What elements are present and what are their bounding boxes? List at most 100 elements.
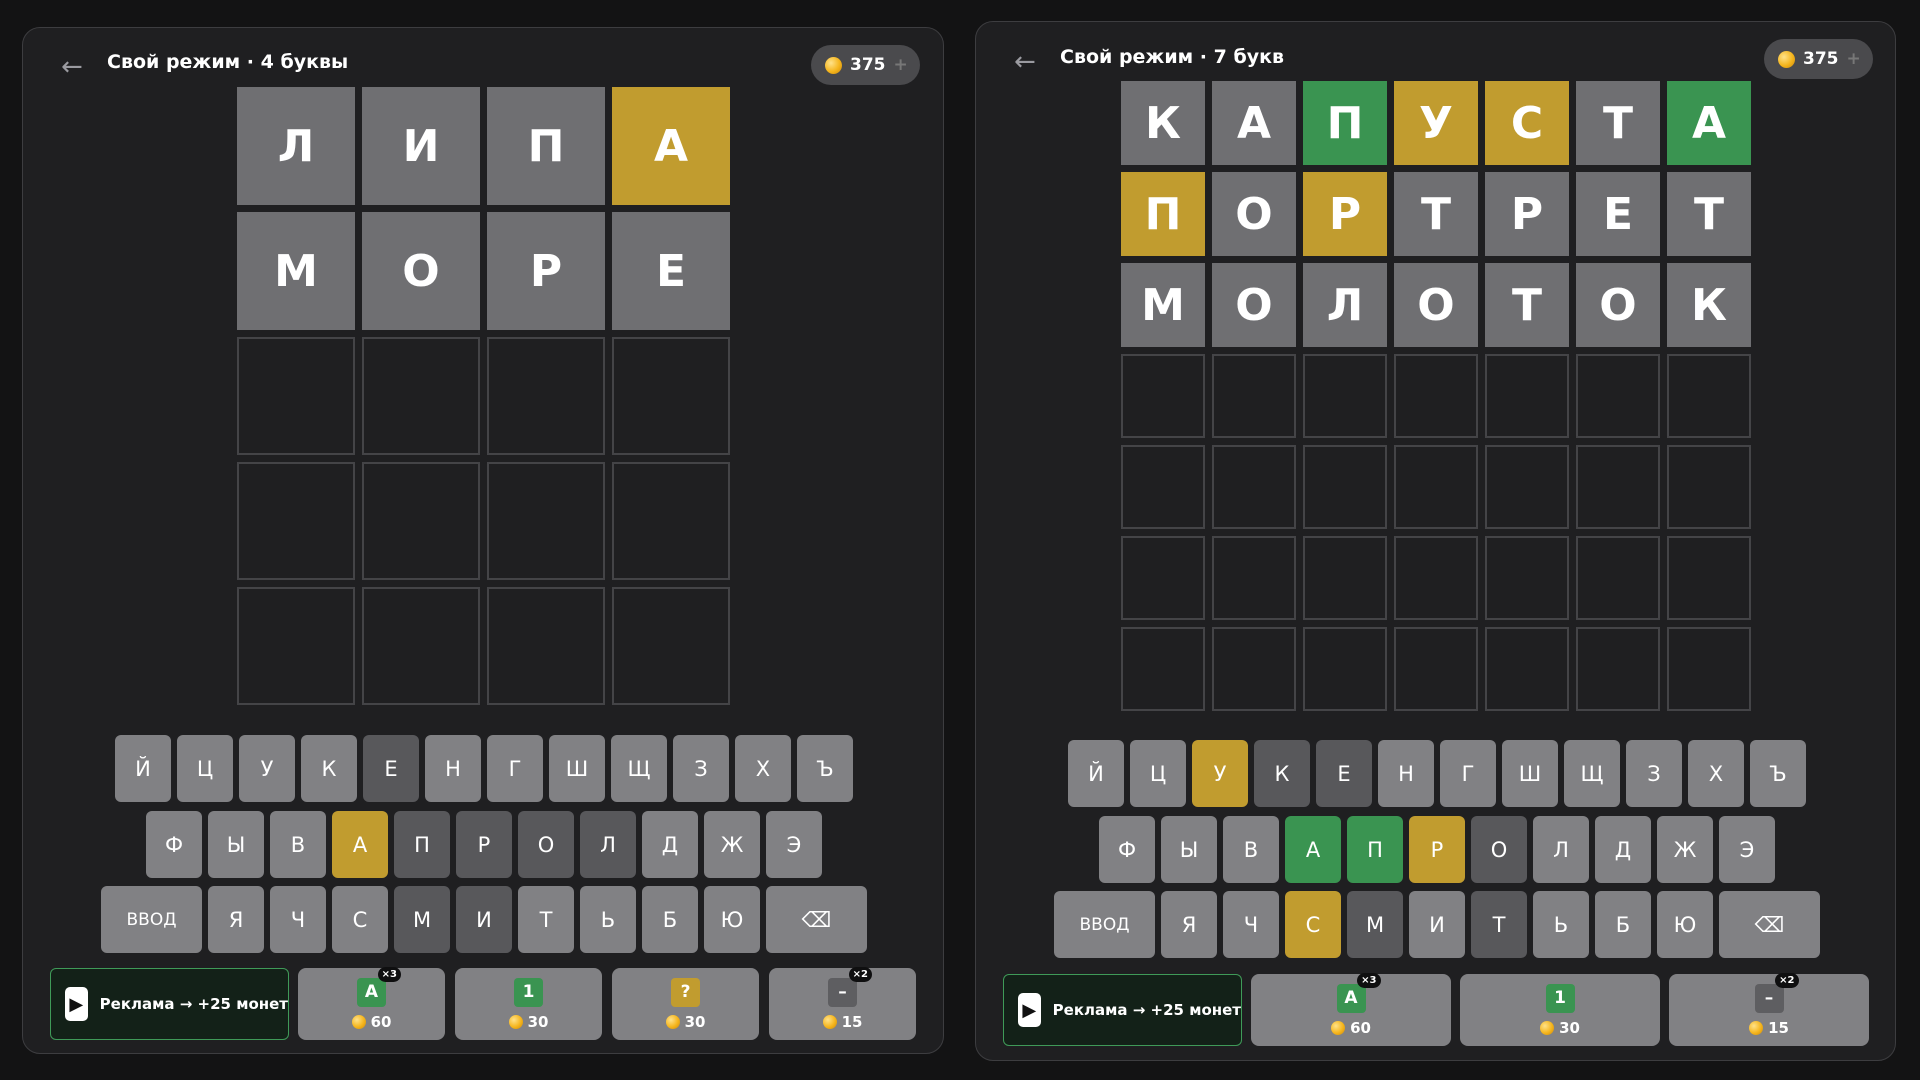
key-В[interactable]: В [1223,816,1279,883]
key-П[interactable]: П [1347,816,1403,883]
coin-balance[interactable]: 375 + [811,45,920,85]
key-Ш[interactable]: Ш [549,735,605,802]
key-Ю[interactable]: Ю [1657,891,1713,958]
coin-icon [1540,1020,1555,1035]
key-Ч[interactable]: Ч [270,886,326,953]
add-coins-icon[interactable]: + [894,55,908,75]
key-Б[interactable]: Б [642,886,698,953]
coin-balance[interactable]: 375 + [1764,39,1873,79]
key-Щ[interactable]: Щ [1564,740,1620,807]
key-Н[interactable]: Н [1378,740,1434,807]
key-Б[interactable]: Б [1595,891,1651,958]
key-Ж[interactable]: Ж [704,811,760,878]
powerup-reveal-position-button[interactable]: 1 30 [455,968,602,1040]
grid-tile [237,462,355,580]
add-coins-icon[interactable]: + [1847,49,1861,69]
powerup-reveal-letter-button[interactable]: А ×3 60 [1251,972,1451,1046]
backspace-icon[interactable]: ⌫ [1719,891,1820,958]
key-Х[interactable]: Х [735,735,791,802]
key-З[interactable]: З [673,735,729,802]
key-Ж[interactable]: Ж [1657,816,1713,883]
key-С[interactable]: С [332,886,388,953]
key-А[interactable]: А [1285,816,1341,883]
key-Н[interactable]: Н [425,735,481,802]
key-Ц[interactable]: Ц [177,735,233,802]
powerup-cost-value: 30 [684,1012,706,1031]
key-Д[interactable]: Д [1595,816,1651,883]
powerup-multiplier-badge: ×2 [1775,972,1799,988]
key-Ъ[interactable]: Ъ [1750,740,1806,807]
key-Е[interactable]: Е [363,735,419,802]
powerup-reveal-letter-button[interactable]: А ×3 60 [298,966,445,1040]
powerup-reveal-position-button[interactable]: 1 30 [1460,974,1660,1046]
key-Ы[interactable]: Ы [1161,816,1217,883]
grid-tile [612,587,730,705]
enter-key[interactable]: ВВОД [101,886,202,953]
key-Г[interactable]: Г [487,735,543,802]
key-Г[interactable]: Г [1440,740,1496,807]
grid-tile [237,337,355,455]
key-Ч[interactable]: Ч [1223,891,1279,958]
key-И[interactable]: И [456,886,512,953]
key-И[interactable]: И [1409,891,1465,958]
powerup-remove-letters-button[interactable]: – ×2 15 [1669,972,1869,1046]
grid-tile [1303,627,1387,711]
key-С[interactable]: С [1285,891,1341,958]
key-А[interactable]: А [332,811,388,878]
key-Щ[interactable]: Щ [611,735,667,802]
key-Ф[interactable]: Ф [1099,816,1155,883]
powerup-symbol: – [1764,988,1774,1008]
key-Ц[interactable]: Ц [1130,740,1186,807]
backspace-icon[interactable]: ⌫ [766,886,867,953]
grid-tile: К [1121,81,1205,165]
key-Й[interactable]: Й [115,735,171,802]
keyboard-row: ВВОД Я Ч С М И Т Ь Б Ю ⌫ [101,886,867,953]
key-Я[interactable]: Я [1161,891,1217,958]
key-Й[interactable]: Й [1068,740,1124,807]
key-З[interactable]: З [1626,740,1682,807]
key-Э[interactable]: Э [1719,816,1775,883]
enter-key[interactable]: ВВОД [1054,891,1155,958]
back-arrow-icon[interactable]: ← [61,54,83,80]
watch-ad-button[interactable]: ▶ Реклама → +25 монет [50,968,289,1040]
key-К[interactable]: К [1254,740,1310,807]
grid-tile [1121,445,1205,529]
key-Д[interactable]: Д [642,811,698,878]
key-Я[interactable]: Я [208,886,264,953]
key-М[interactable]: М [1347,891,1403,958]
key-Ш[interactable]: Ш [1502,740,1558,807]
key-О[interactable]: О [518,811,574,878]
key-Э[interactable]: Э [766,811,822,878]
key-П[interactable]: П [394,811,450,878]
key-Л[interactable]: Л [580,811,636,878]
key-Ъ[interactable]: Ъ [797,735,853,802]
powerup-hint-button[interactable]: ? 30 [612,968,759,1040]
key-Ь[interactable]: Ь [1533,891,1589,958]
powerup-symbol: 1 [1554,988,1566,1008]
back-arrow-icon[interactable]: ← [1014,49,1036,75]
grid-tile: С [1485,81,1569,165]
key-Х[interactable]: Х [1688,740,1744,807]
key-У[interactable]: У [1192,740,1248,807]
key-Л[interactable]: Л [1533,816,1589,883]
key-О[interactable]: О [1471,816,1527,883]
watch-ad-button[interactable]: ▶ Реклама → +25 монет [1003,974,1242,1046]
grid-tile [1667,627,1751,711]
grid-tile: Т [1394,172,1478,256]
key-Е[interactable]: Е [1316,740,1372,807]
key-Ь[interactable]: Ь [580,886,636,953]
key-Т[interactable]: Т [518,886,574,953]
key-Ф[interactable]: Ф [146,811,202,878]
grid-tile: А [612,87,730,205]
key-В[interactable]: В [270,811,326,878]
key-Р[interactable]: Р [1409,816,1465,883]
key-Ы[interactable]: Ы [208,811,264,878]
key-М[interactable]: М [394,886,450,953]
key-У[interactable]: У [239,735,295,802]
key-К[interactable]: К [301,735,357,802]
key-Р[interactable]: Р [456,811,512,878]
key-Ю[interactable]: Ю [704,886,760,953]
key-Т[interactable]: Т [1471,891,1527,958]
grid-tile [1667,536,1751,620]
powerup-remove-letters-button[interactable]: – ×2 15 [769,966,916,1040]
